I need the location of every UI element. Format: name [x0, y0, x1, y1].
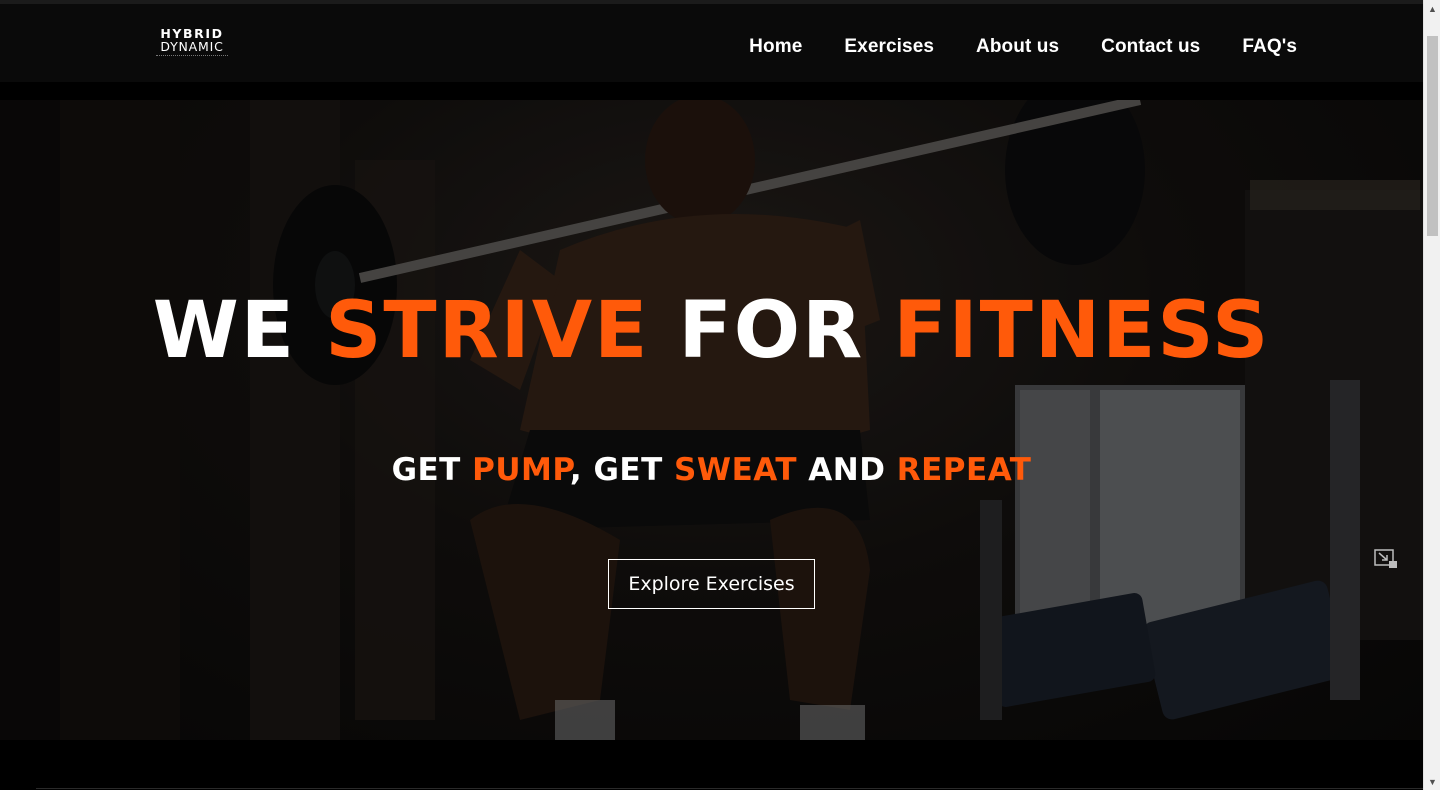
hero-title-accent: FITNESS	[893, 286, 1271, 376]
page-scrollbar[interactable]: ▲ ▼	[1423, 0, 1440, 790]
hero-subtitle-accent: PUMP	[472, 452, 570, 488]
brand-line-2: DYNAMIC	[160, 39, 224, 54]
scroll-up-arrow-icon[interactable]: ▲	[1424, 0, 1440, 17]
scroll-down-arrow-icon[interactable]: ▼	[1424, 773, 1440, 790]
nav-home[interactable]: Home	[749, 35, 802, 59]
hero-title-accent: STRIVE	[325, 286, 650, 376]
hero-title: WE STRIVE FOR FITNESS	[0, 286, 1423, 376]
picture-in-picture-icon[interactable]	[1374, 549, 1398, 569]
hero-background-image	[0, 100, 1423, 740]
hero-title-part: FOR	[649, 286, 894, 376]
scrollbar-thumb[interactable]	[1427, 36, 1438, 236]
hero-subtitle: GET PUMP, GET SWEAT AND REPEAT	[0, 450, 1423, 490]
divider	[36, 788, 1423, 789]
next-section	[0, 740, 1423, 790]
hero-subtitle-accent: SWEAT	[674, 452, 797, 488]
hero-section: WE STRIVE FOR FITNESS GET PUMP, GET SWEA…	[0, 100, 1423, 740]
brand-logo[interactable]: HYBRID DYNAMIC	[152, 27, 232, 64]
brand-tagline-decoration	[156, 55, 228, 58]
nav-contact-us[interactable]: Contact us	[1101, 35, 1200, 59]
navbar-spacer	[0, 82, 1423, 100]
hero-subtitle-accent: REPEAT	[896, 452, 1032, 488]
nav-faqs[interactable]: FAQ's	[1242, 35, 1297, 59]
hero-title-part: WE	[152, 286, 326, 376]
explore-exercises-button[interactable]: Explore Exercises	[608, 559, 815, 609]
hero-subtitle-part: AND	[796, 452, 897, 488]
nav-about-us[interactable]: About us	[976, 35, 1059, 59]
hero-subtitle-part: , GET	[569, 452, 675, 488]
nav-exercises[interactable]: Exercises	[844, 35, 934, 59]
hero-subtitle-part: GET	[391, 452, 473, 488]
navbar: HYBRID DYNAMIC Home Exercises About us C…	[0, 4, 1423, 82]
main-nav: Home Exercises About us Contact us FAQ's	[749, 35, 1297, 59]
